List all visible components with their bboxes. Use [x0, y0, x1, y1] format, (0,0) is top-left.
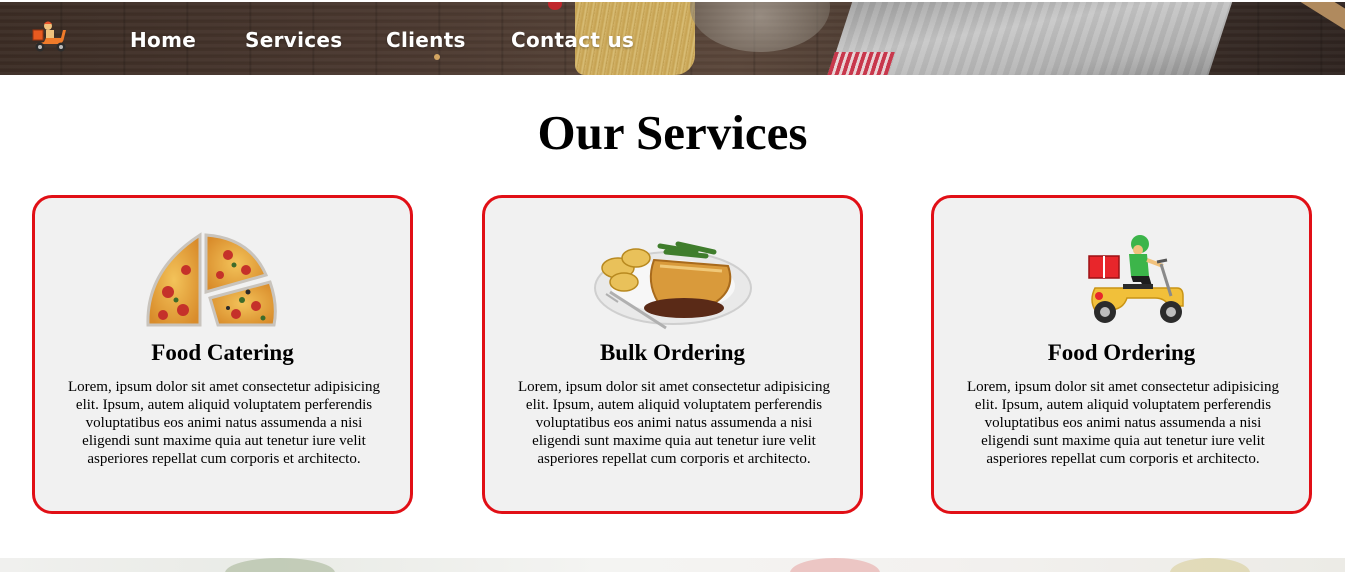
- food-plate-icon: [588, 230, 758, 330]
- nav-link-contact-us[interactable]: Contact us: [511, 28, 634, 52]
- delivery-logo-icon[interactable]: [30, 20, 70, 54]
- navbar: Home Services Clients Contact us: [0, 2, 1345, 75]
- background-decoration: [1235, 2, 1345, 36]
- nav-link-services[interactable]: Services: [245, 28, 342, 52]
- background-decoration: [548, 2, 562, 10]
- card-title: Bulk Ordering: [599, 340, 746, 365]
- background-decoration: [825, 52, 895, 75]
- card-description: Lorem, ipsum dolor sit amet consectetur …: [966, 379, 1279, 467]
- delivery-scooter-icon: [1037, 230, 1207, 330]
- card-description: Lorem, ipsum dolor sit amet consectetur …: [67, 379, 380, 467]
- background-decoration: [690, 2, 830, 52]
- background-decoration: [790, 558, 880, 572]
- card-description: Lorem, ipsum dolor sit amet consectetur …: [517, 379, 830, 467]
- background-decoration: [434, 54, 440, 60]
- page-title: Our Services: [537, 105, 808, 160]
- nav-link-home[interactable]: Home: [130, 28, 196, 52]
- card-title: Food Catering: [151, 340, 294, 365]
- background-decoration: [225, 558, 335, 572]
- service-card-food-ordering: Food Ordering Lorem, ipsum dolor sit ame…: [931, 195, 1312, 514]
- background-decoration: [1170, 558, 1250, 572]
- service-card-food-catering: Food Catering Lorem, ipsum dolor sit ame…: [32, 195, 413, 514]
- nav-link-clients[interactable]: Clients: [386, 28, 466, 52]
- pizza-slices-icon: [138, 230, 308, 330]
- service-card-bulk-ordering: Bulk Ordering Lorem, ipsum dolor sit ame…: [482, 195, 863, 514]
- next-section-background: [0, 558, 1345, 572]
- card-title: Food Ordering: [1047, 340, 1196, 365]
